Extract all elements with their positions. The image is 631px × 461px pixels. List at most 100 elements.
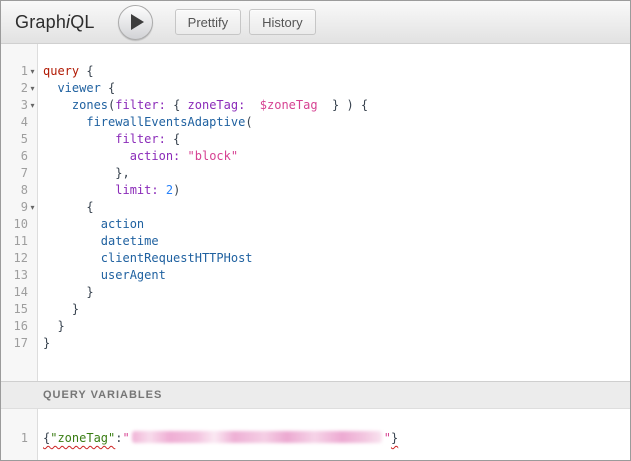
gutter-row: 11 — [1, 233, 37, 250]
gutter-row: 13 — [1, 267, 37, 284]
code-line[interactable]: viewer { — [43, 80, 630, 97]
code-token: { — [101, 81, 115, 95]
code-token: } — [43, 319, 65, 333]
graphiql-logo: GraphiQL — [15, 12, 95, 33]
query-variables-title: QUERY VARIABLES — [43, 389, 162, 401]
query-gutter-rows: 1▾2▾3▾456789▾1011121314151617 — [1, 63, 37, 352]
code-token: zones — [72, 98, 108, 112]
code-token — [43, 268, 101, 282]
line-number: 16 — [1, 318, 28, 335]
toolbar: GraphiQL Prettify History — [1, 1, 630, 44]
code-token — [43, 149, 130, 163]
code-token: "zoneTag" — [50, 431, 115, 445]
variables-code-lines[interactable]: {"zoneTag":""} — [38, 409, 630, 460]
gutter-row: 5 — [1, 131, 37, 148]
line-number: 13 — [1, 267, 28, 284]
code-token — [159, 183, 166, 197]
code-line[interactable]: } — [43, 335, 630, 352]
fold-arrow-icon[interactable]: ▾ — [28, 199, 37, 216]
play-icon — [131, 14, 144, 30]
line-number: 4 — [1, 114, 28, 131]
fold-arrow-icon[interactable]: ▾ — [28, 80, 37, 97]
code-token — [180, 149, 187, 163]
line-number: 17 — [1, 335, 28, 352]
gutter-row: 2▾ — [1, 80, 37, 97]
code-token: datetime — [101, 234, 159, 248]
code-token: }, — [43, 166, 130, 180]
graphiql-window: GraphiQL Prettify History 1▾2▾3▾456789▾1… — [0, 0, 631, 461]
gutter-row: 4 — [1, 114, 37, 131]
gutter-row: 1 — [1, 430, 37, 447]
code-token — [43, 217, 101, 231]
line-number: 8 — [1, 182, 28, 199]
line-number: 7 — [1, 165, 28, 182]
code-line[interactable]: firewallEventsAdaptive( — [43, 114, 630, 131]
code-token: filter: — [115, 132, 166, 146]
code-line[interactable]: query { — [43, 63, 630, 80]
code-token: userAgent — [101, 268, 166, 282]
code-line[interactable]: zones(filter: { zoneTag: $zoneTag } ) { — [43, 97, 630, 114]
gutter-row: 14 — [1, 284, 37, 301]
code-line[interactable]: } — [43, 318, 630, 335]
code-token: limit: — [115, 183, 158, 197]
query-variables-header[interactable]: QUERY VARIABLES — [1, 381, 630, 409]
prettify-button[interactable]: Prettify — [175, 9, 241, 35]
code-token: action: — [130, 149, 181, 163]
code-token: { — [43, 200, 94, 214]
variables-editor-gutter: 1 — [1, 409, 38, 460]
fold-arrow-icon[interactable]: ▾ — [28, 97, 37, 114]
query-editor-gutter: 1▾2▾3▾456789▾1011121314151617 — [1, 44, 38, 381]
code-token: filter: — [115, 98, 166, 112]
line-number: 15 — [1, 301, 28, 318]
code-token: zoneTag: — [188, 98, 246, 112]
code-token: : — [115, 431, 122, 445]
code-line[interactable]: clientRequestHTTPHost — [43, 250, 630, 267]
code-token — [43, 251, 101, 265]
code-token: } — [43, 336, 50, 350]
code-line[interactable]: limit: 2) — [43, 182, 630, 199]
code-token: } — [43, 302, 79, 316]
code-token — [43, 98, 72, 112]
gutter-row: 15 — [1, 301, 37, 318]
code-line[interactable]: action — [43, 216, 630, 233]
fold-arrow-icon[interactable]: ▾ — [28, 63, 37, 80]
history-button[interactable]: History — [249, 9, 315, 35]
line-number: 10 — [1, 216, 28, 233]
line-number: 6 — [1, 148, 28, 165]
code-line[interactable]: } — [43, 284, 630, 301]
code-line[interactable]: { — [43, 199, 630, 216]
code-token — [43, 183, 115, 197]
line-number: 11 — [1, 233, 28, 250]
gutter-row: 1▾ — [1, 63, 37, 80]
query-code-lines[interactable]: query { viewer { zones(filter: { zoneTag… — [38, 44, 630, 381]
gutter-row: 10 — [1, 216, 37, 233]
code-line[interactable]: datetime — [43, 233, 630, 250]
line-number: 14 — [1, 284, 28, 301]
variables-editor[interactable]: 1 {"zoneTag":""} — [1, 409, 630, 460]
code-token: firewallEventsAdaptive — [86, 115, 245, 129]
code-line[interactable]: } — [43, 301, 630, 318]
code-line[interactable]: }, — [43, 165, 630, 182]
code-token: action — [101, 217, 144, 231]
code-line[interactable]: {"zoneTag":""} — [43, 430, 630, 447]
logo-text: Graph — [15, 12, 66, 32]
code-token — [43, 234, 101, 248]
code-line[interactable]: action: "block" — [43, 148, 630, 165]
gutter-row: 6 — [1, 148, 37, 165]
code-token — [43, 81, 57, 95]
code-line[interactable]: filter: { — [43, 131, 630, 148]
variables-line-number: 1 — [1, 430, 28, 447]
execute-button[interactable] — [118, 5, 153, 40]
gutter-row: 16 — [1, 318, 37, 335]
code-token: ( — [245, 115, 252, 129]
code-token: } ) { — [318, 98, 369, 112]
code-token: viewer — [57, 81, 100, 95]
query-editor[interactable]: 1▾2▾3▾456789▾1011121314151617 query { vi… — [1, 44, 630, 381]
code-line[interactable]: userAgent — [43, 267, 630, 284]
code-token: 2 — [166, 183, 173, 197]
code-token: query — [43, 64, 79, 78]
line-number: 3 — [1, 97, 28, 114]
gutter-row: 17 — [1, 335, 37, 352]
code-token: clientRequestHTTPHost — [101, 251, 253, 265]
code-token: "block" — [188, 149, 239, 163]
